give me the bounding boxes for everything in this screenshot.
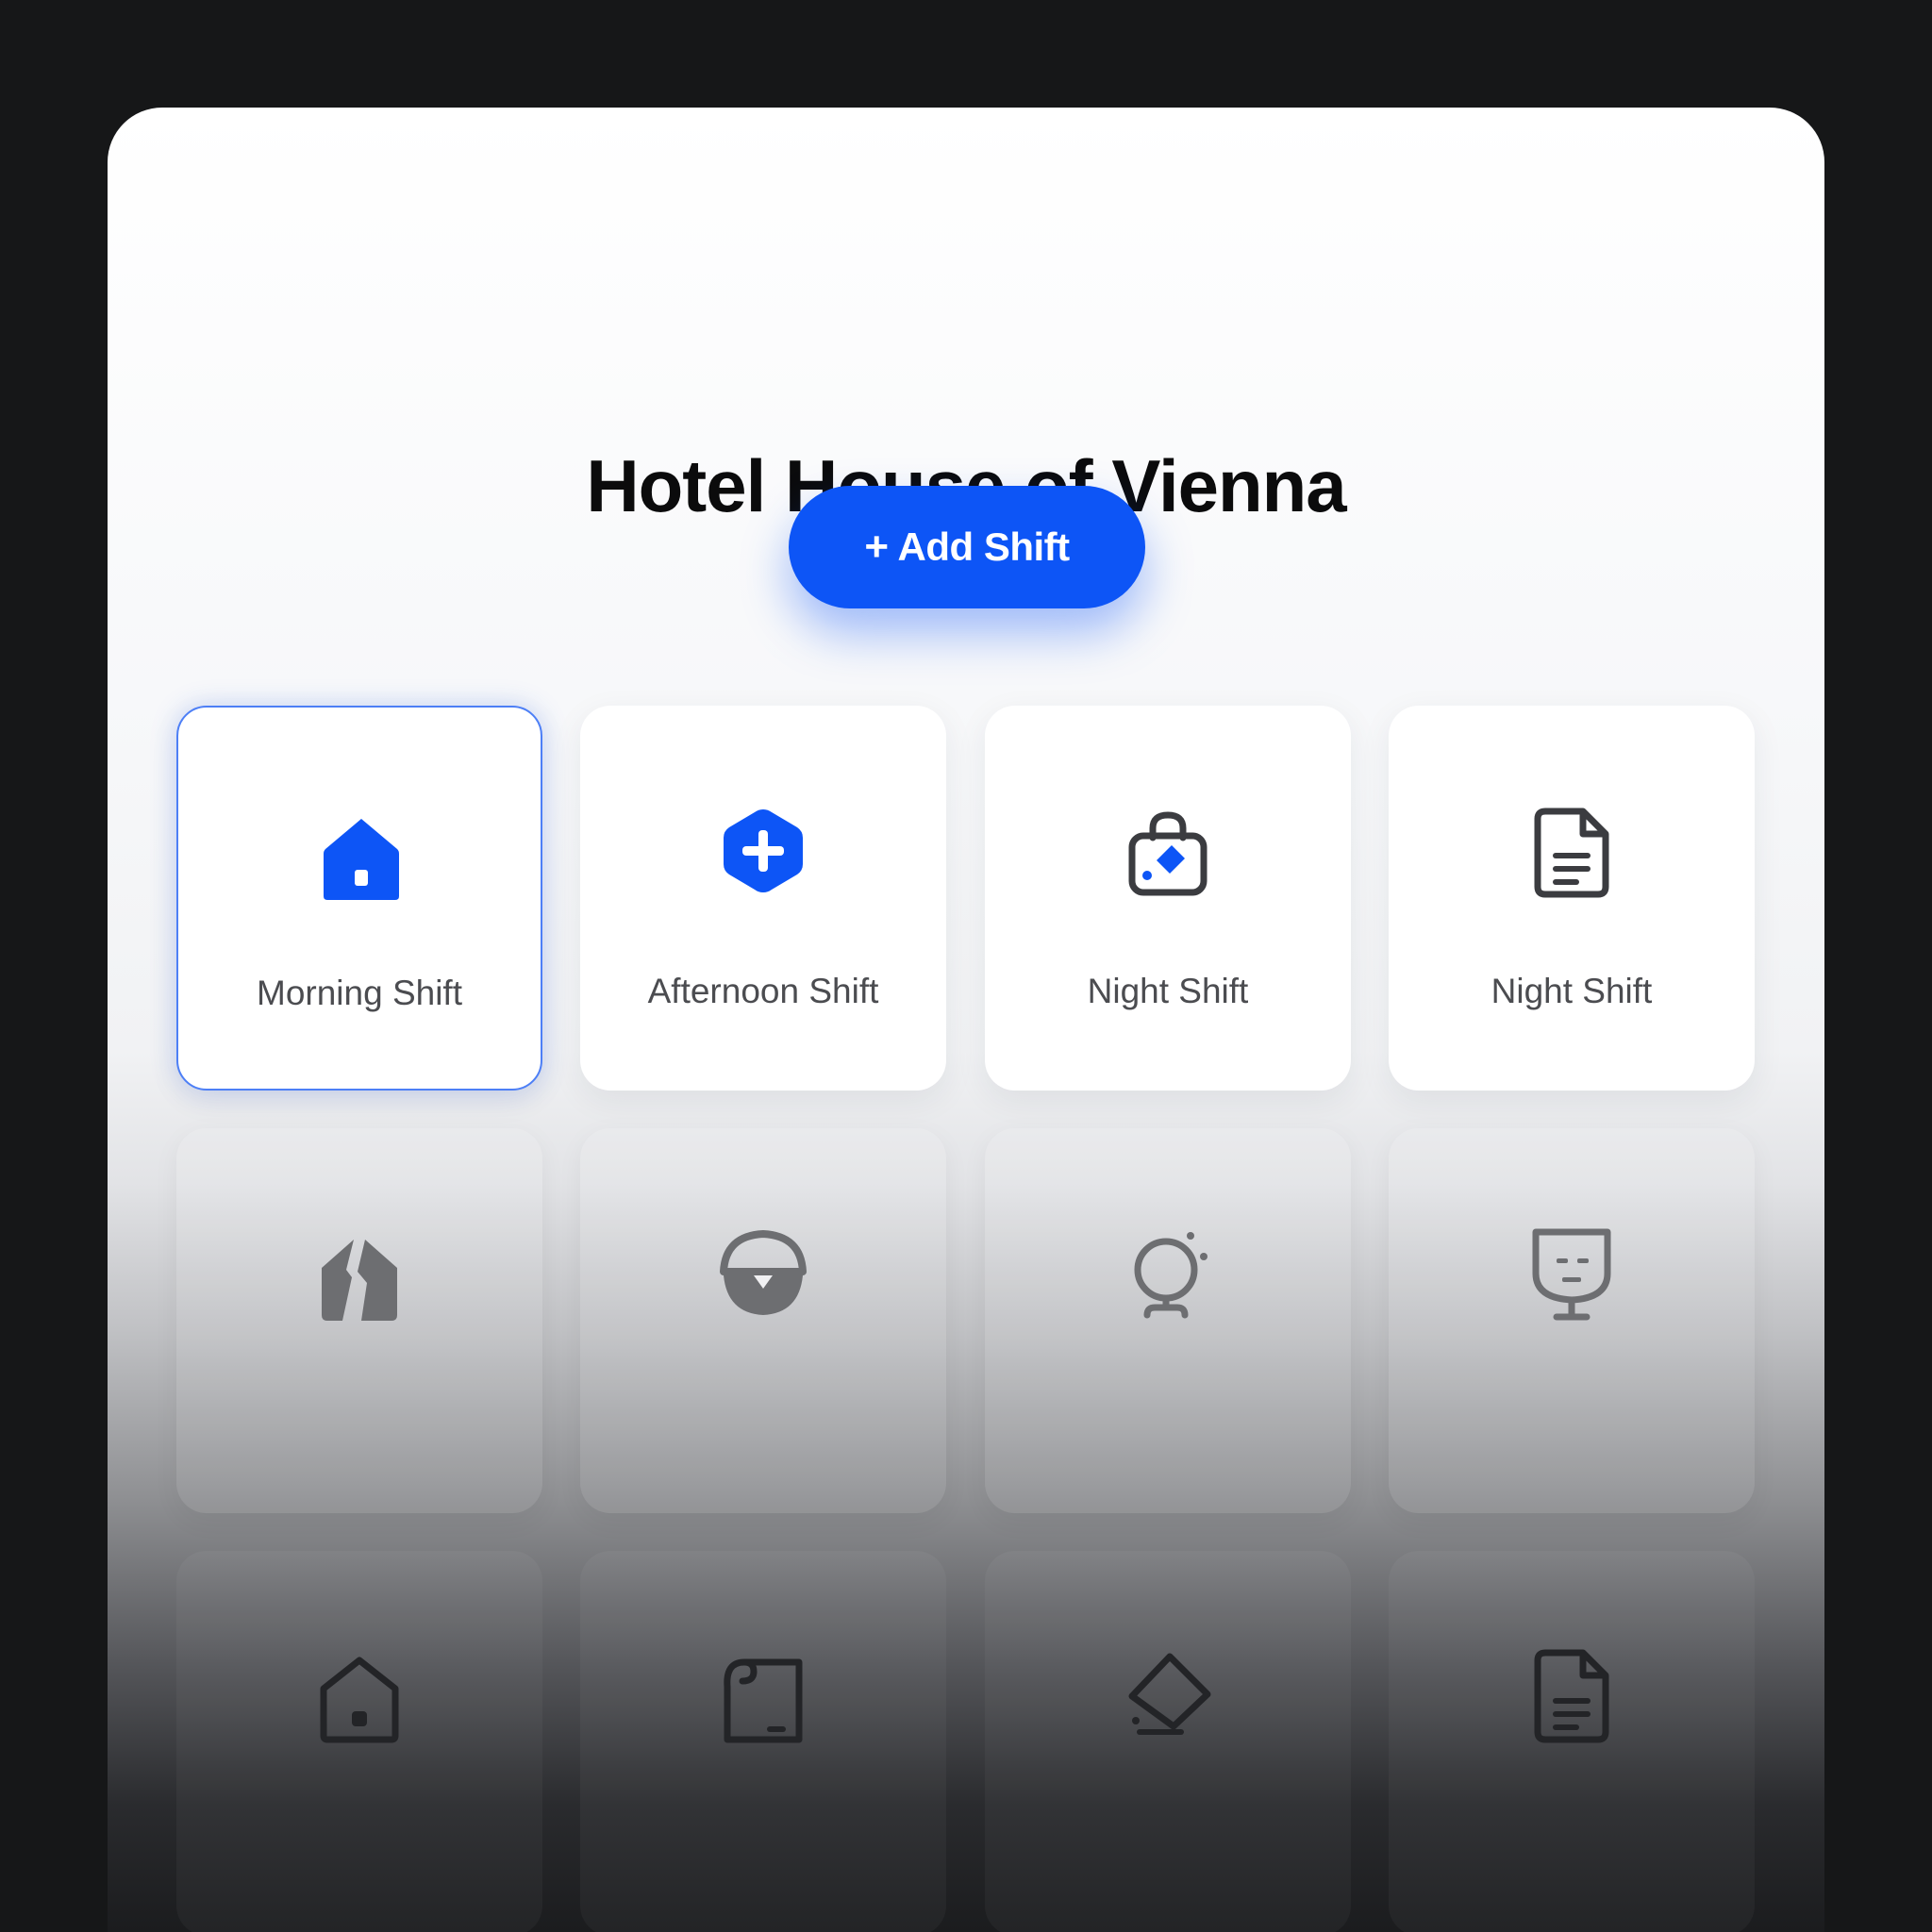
bulb-icon xyxy=(1121,1226,1215,1321)
half-circle-icon xyxy=(716,1226,810,1321)
shift-label: Morning Shift xyxy=(257,974,462,1012)
placeholder-card[interactable] xyxy=(176,1128,542,1513)
glass-face-icon xyxy=(1524,1226,1619,1321)
placeholder-card[interactable] xyxy=(580,1551,946,1932)
shift-card-night[interactable]: Night Shift xyxy=(985,706,1351,1091)
shift-card-morning[interactable]: Morning Shift xyxy=(176,706,542,1091)
frame-icon xyxy=(716,1649,810,1743)
shift-label: Afternoon Shift xyxy=(647,972,879,1010)
add-shift-label: Add Shift xyxy=(897,525,1071,569)
main-panel: Hotel House of Vienna + Add Shift Mornin… xyxy=(108,108,1824,1932)
house-outline-icon xyxy=(312,1649,407,1743)
split-house-icon xyxy=(312,1226,407,1321)
shift-card-afternoon[interactable]: Afternoon Shift xyxy=(580,706,946,1091)
placeholder-card[interactable] xyxy=(1389,1128,1755,1513)
placeholder-card[interactable] xyxy=(985,1551,1351,1932)
house-icon xyxy=(314,806,408,900)
placeholder-card[interactable] xyxy=(176,1551,542,1932)
plus-icon: + xyxy=(864,524,889,570)
shift-label: Night Shift xyxy=(1087,972,1249,1010)
shift-card-night-2[interactable]: Night Shift xyxy=(1389,706,1755,1091)
add-shift-button[interactable]: + Add Shift xyxy=(789,486,1145,608)
placeholder-card[interactable] xyxy=(1389,1551,1755,1932)
placeholder-card[interactable] xyxy=(985,1128,1351,1513)
document-icon xyxy=(1524,804,1619,898)
placeholder-card[interactable] xyxy=(580,1128,946,1513)
diamond-icon xyxy=(1121,1649,1215,1743)
shift-label: Night Shift xyxy=(1491,972,1653,1010)
bag-icon xyxy=(1121,804,1215,898)
document-outline-icon xyxy=(1524,1649,1619,1743)
plus-hexagon-icon xyxy=(716,804,810,898)
